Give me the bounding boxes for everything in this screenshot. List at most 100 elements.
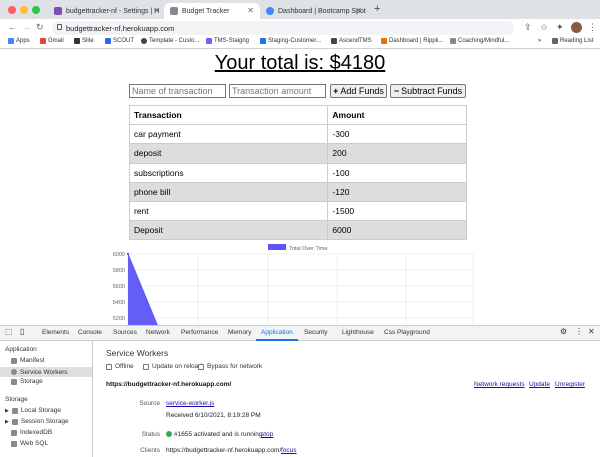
bookmark-tms-staigng[interactable]: TMS-Staigng — [206, 38, 249, 44]
close-tab-icon[interactable]: ✕ — [153, 6, 160, 15]
close-tab-icon[interactable]: ✕ — [355, 6, 362, 15]
transaction-amount-cell: -100 — [327, 162, 467, 183]
bookmark-gmail[interactable]: Gmail — [40, 38, 64, 44]
y-tick-label: 5800 — [113, 268, 125, 274]
sidebar-item-web-sql[interactable]: Web SQL — [11, 440, 48, 447]
star-icon[interactable]: ☆ — [540, 22, 548, 33]
sidebar-section-application: Application — [5, 346, 37, 353]
devtools-tab-console[interactable]: Console — [78, 329, 102, 336]
devtools-tab-network[interactable]: Network — [146, 329, 170, 336]
close-icon[interactable]: ✕ — [588, 327, 595, 336]
offline-checkbox[interactable]: Offline — [106, 363, 134, 370]
tab-title: Dashboard | Bootcamp Spot — [278, 7, 366, 15]
page-favicon-icon — [170, 7, 178, 15]
devtools-panel: ⬚ ▯ Elements Console Sources Network Per… — [0, 325, 600, 457]
bookmark-slite[interactable]: Slite — [74, 38, 94, 44]
bookmark-coaching[interactable]: Coaching/Mindful... — [450, 38, 509, 44]
transaction-name-cell: Deposit — [128, 220, 329, 241]
page-content: Your total is: $4180 +Add Funds −Subtrac… — [0, 50, 600, 325]
bookmark-ascendtms[interactable]: AscendTMS — [331, 38, 372, 44]
address-url: budgettracker-nf.herokuapp.com — [66, 23, 175, 33]
address-bar[interactable]: budgettracker-nf.herokuapp.com — [52, 21, 514, 35]
devtools-tab-css-playground[interactable]: Css Playground — [384, 329, 430, 336]
reload-icon[interactable]: ↻ — [36, 22, 44, 33]
ascend-icon — [331, 38, 337, 44]
close-window-button[interactable] — [8, 6, 16, 14]
sidebar-item-manifest[interactable]: Manifest — [11, 357, 45, 364]
bypass-for-network-checkbox[interactable]: Bypass for network — [198, 363, 262, 370]
browser-tab-settings[interactable]: budgettracker-nf - Settings | H ✕ — [48, 3, 166, 19]
devtools-tab-lighthouse[interactable]: Lighthouse — [342, 329, 374, 336]
chevron-right-icon: ▶ — [5, 407, 9, 414]
devtools-tab-elements[interactable]: Elements — [42, 329, 69, 336]
bookmarks-overflow[interactable]: » — [538, 38, 541, 44]
minimize-window-button[interactable] — [20, 6, 28, 14]
menu-icon[interactable]: ⋮ — [588, 22, 597, 33]
transaction-name-cell: rent — [128, 200, 329, 222]
maximize-window-button[interactable] — [32, 6, 40, 14]
bookmark-apps[interactable]: Apps — [8, 38, 30, 44]
stop-link[interactable]: stop — [261, 431, 273, 438]
more-options-icon[interactable]: ⋮ — [575, 327, 583, 336]
browser-tab-budget-tracker[interactable]: Budget Tracker ✕ — [164, 3, 260, 19]
status-label: Status — [141, 431, 160, 438]
devtools-tab-application[interactable]: Application — [261, 329, 293, 336]
tab-title: budgettracker-nf - Settings | H — [66, 7, 160, 15]
bookmark-template[interactable]: Template - Custo... — [141, 38, 199, 44]
transaction-name-cell: subscriptions — [128, 162, 329, 183]
service-workers-panel: Service Workers Offline Update on reload… — [93, 341, 600, 457]
browser-tab-bootcamp[interactable]: Dashboard | Bootcamp Spot ✕ — [260, 3, 368, 19]
reading-list-icon — [552, 38, 558, 44]
gear-icon[interactable]: ⚙ — [560, 327, 567, 336]
clients-value: https://budgettracker-nf.herokuapp.com/ — [166, 447, 282, 454]
application-sidebar: Application Manifest Service Workers Sto… — [0, 341, 93, 457]
transaction-amount-cell: 6000 — [327, 220, 467, 241]
source-link[interactable]: service-worker.js — [166, 400, 214, 407]
bookmark-dashboard-rippling[interactable]: Dashboard | Rippli... — [381, 38, 443, 44]
transaction-amount-input[interactable] — [229, 84, 326, 98]
sidebar-item-storage[interactable]: Storage — [11, 378, 43, 385]
share-icon[interactable]: ⇪ — [524, 22, 532, 33]
new-tab-button[interactable]: + — [374, 3, 380, 15]
sidebar-item-session-storage[interactable]: ▶ Session Storage — [5, 418, 69, 425]
column-header: Amount — [327, 104, 467, 126]
checkbox-icon — [198, 363, 204, 370]
reading-list-button[interactable]: Reading List — [552, 38, 593, 44]
database-icon — [11, 429, 17, 436]
update-on-reload-checkbox[interactable]: Update on reload — [143, 363, 202, 370]
browser-toolbar: ← → ↻ budgettracker-nf.herokuapp.com ⇪ ☆… — [0, 19, 600, 37]
avatar[interactable] — [571, 22, 582, 33]
update-link[interactable]: Update — [529, 381, 550, 388]
transaction-name-cell: phone bill — [128, 181, 329, 202]
table-row: Deposit 6000 — [128, 220, 467, 241]
device-toolbar-icon[interactable]: ▯ — [20, 327, 24, 336]
bookmark-scout[interactable]: SCOUT — [105, 38, 134, 44]
network-requests-link[interactable]: Network requests — [474, 381, 525, 388]
subtract-funds-button[interactable]: − Subtract Funds — [390, 84, 466, 98]
focus-link[interactable]: focus — [281, 447, 297, 454]
forward-icon[interactable]: → — [22, 22, 31, 32]
close-tab-icon[interactable]: ✕ — [247, 6, 254, 15]
chevron-right-icon: ▶ — [5, 418, 9, 425]
service-worker-origin: https://budgettracker-nf.herokuapp.com/ — [106, 381, 232, 388]
unregister-link[interactable]: Unregister — [555, 381, 585, 388]
extensions-icon[interactable]: ✦ — [556, 22, 564, 33]
devtools-tab-performance[interactable]: Performance — [181, 329, 218, 336]
devtools-tab-memory[interactable]: Memory — [228, 329, 251, 336]
devtools-tab-security[interactable]: Security — [304, 329, 327, 336]
inspect-element-icon[interactable]: ⬚ — [5, 327, 13, 336]
back-icon[interactable]: ← — [8, 22, 17, 32]
add-funds-button[interactable]: + Add Funds — [330, 84, 387, 98]
devtools-tab-sources[interactable]: Sources — [113, 329, 137, 336]
sidebar-item-service-workers[interactable]: Service Workers — [0, 367, 92, 377]
sidebar-item-local-storage[interactable]: ▶ Local Storage — [5, 407, 61, 414]
transaction-name-input[interactable] — [129, 84, 226, 98]
transaction-name-cell: deposit — [128, 143, 329, 164]
grid-icon — [11, 407, 18, 414]
sidebar-item-indexeddb[interactable]: IndexedDB — [11, 429, 52, 436]
status-value: #1655 activated and is running — [166, 431, 263, 438]
slite-icon — [74, 38, 80, 44]
source-label: Source — [139, 400, 160, 407]
bookmark-staging-customer[interactable]: Staging-Customer... — [260, 38, 321, 44]
transaction-name-cell: car payment — [128, 124, 329, 145]
